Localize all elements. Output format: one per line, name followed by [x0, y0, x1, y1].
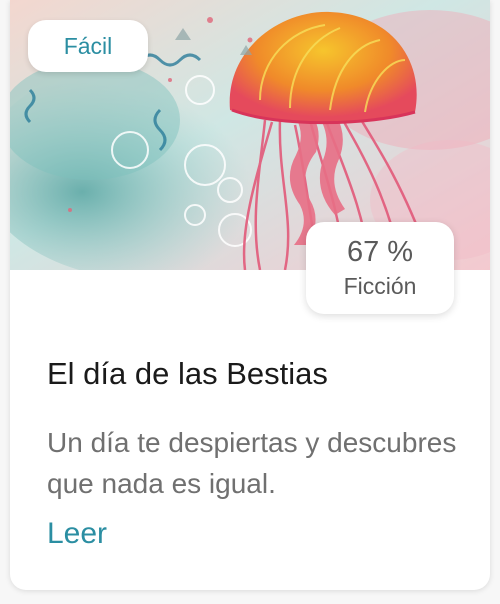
story-description: Un día te despiertas y descubres que nad… [47, 427, 457, 499]
match-percent: 67 % [346, 236, 414, 268]
difficulty-badge: Fácil [28, 20, 148, 72]
story-title: El día de las Bestias [47, 356, 328, 391]
read-link[interactable]: Leer [47, 517, 107, 551]
genre-label: Ficción [343, 273, 417, 299]
difficulty-label: Fácil [63, 32, 113, 59]
genre-match-badge: 67 % Ficción [306, 222, 454, 314]
story-card[interactable]: Fácil 67 % Ficción El día de las Bestias… [10, 0, 490, 590]
